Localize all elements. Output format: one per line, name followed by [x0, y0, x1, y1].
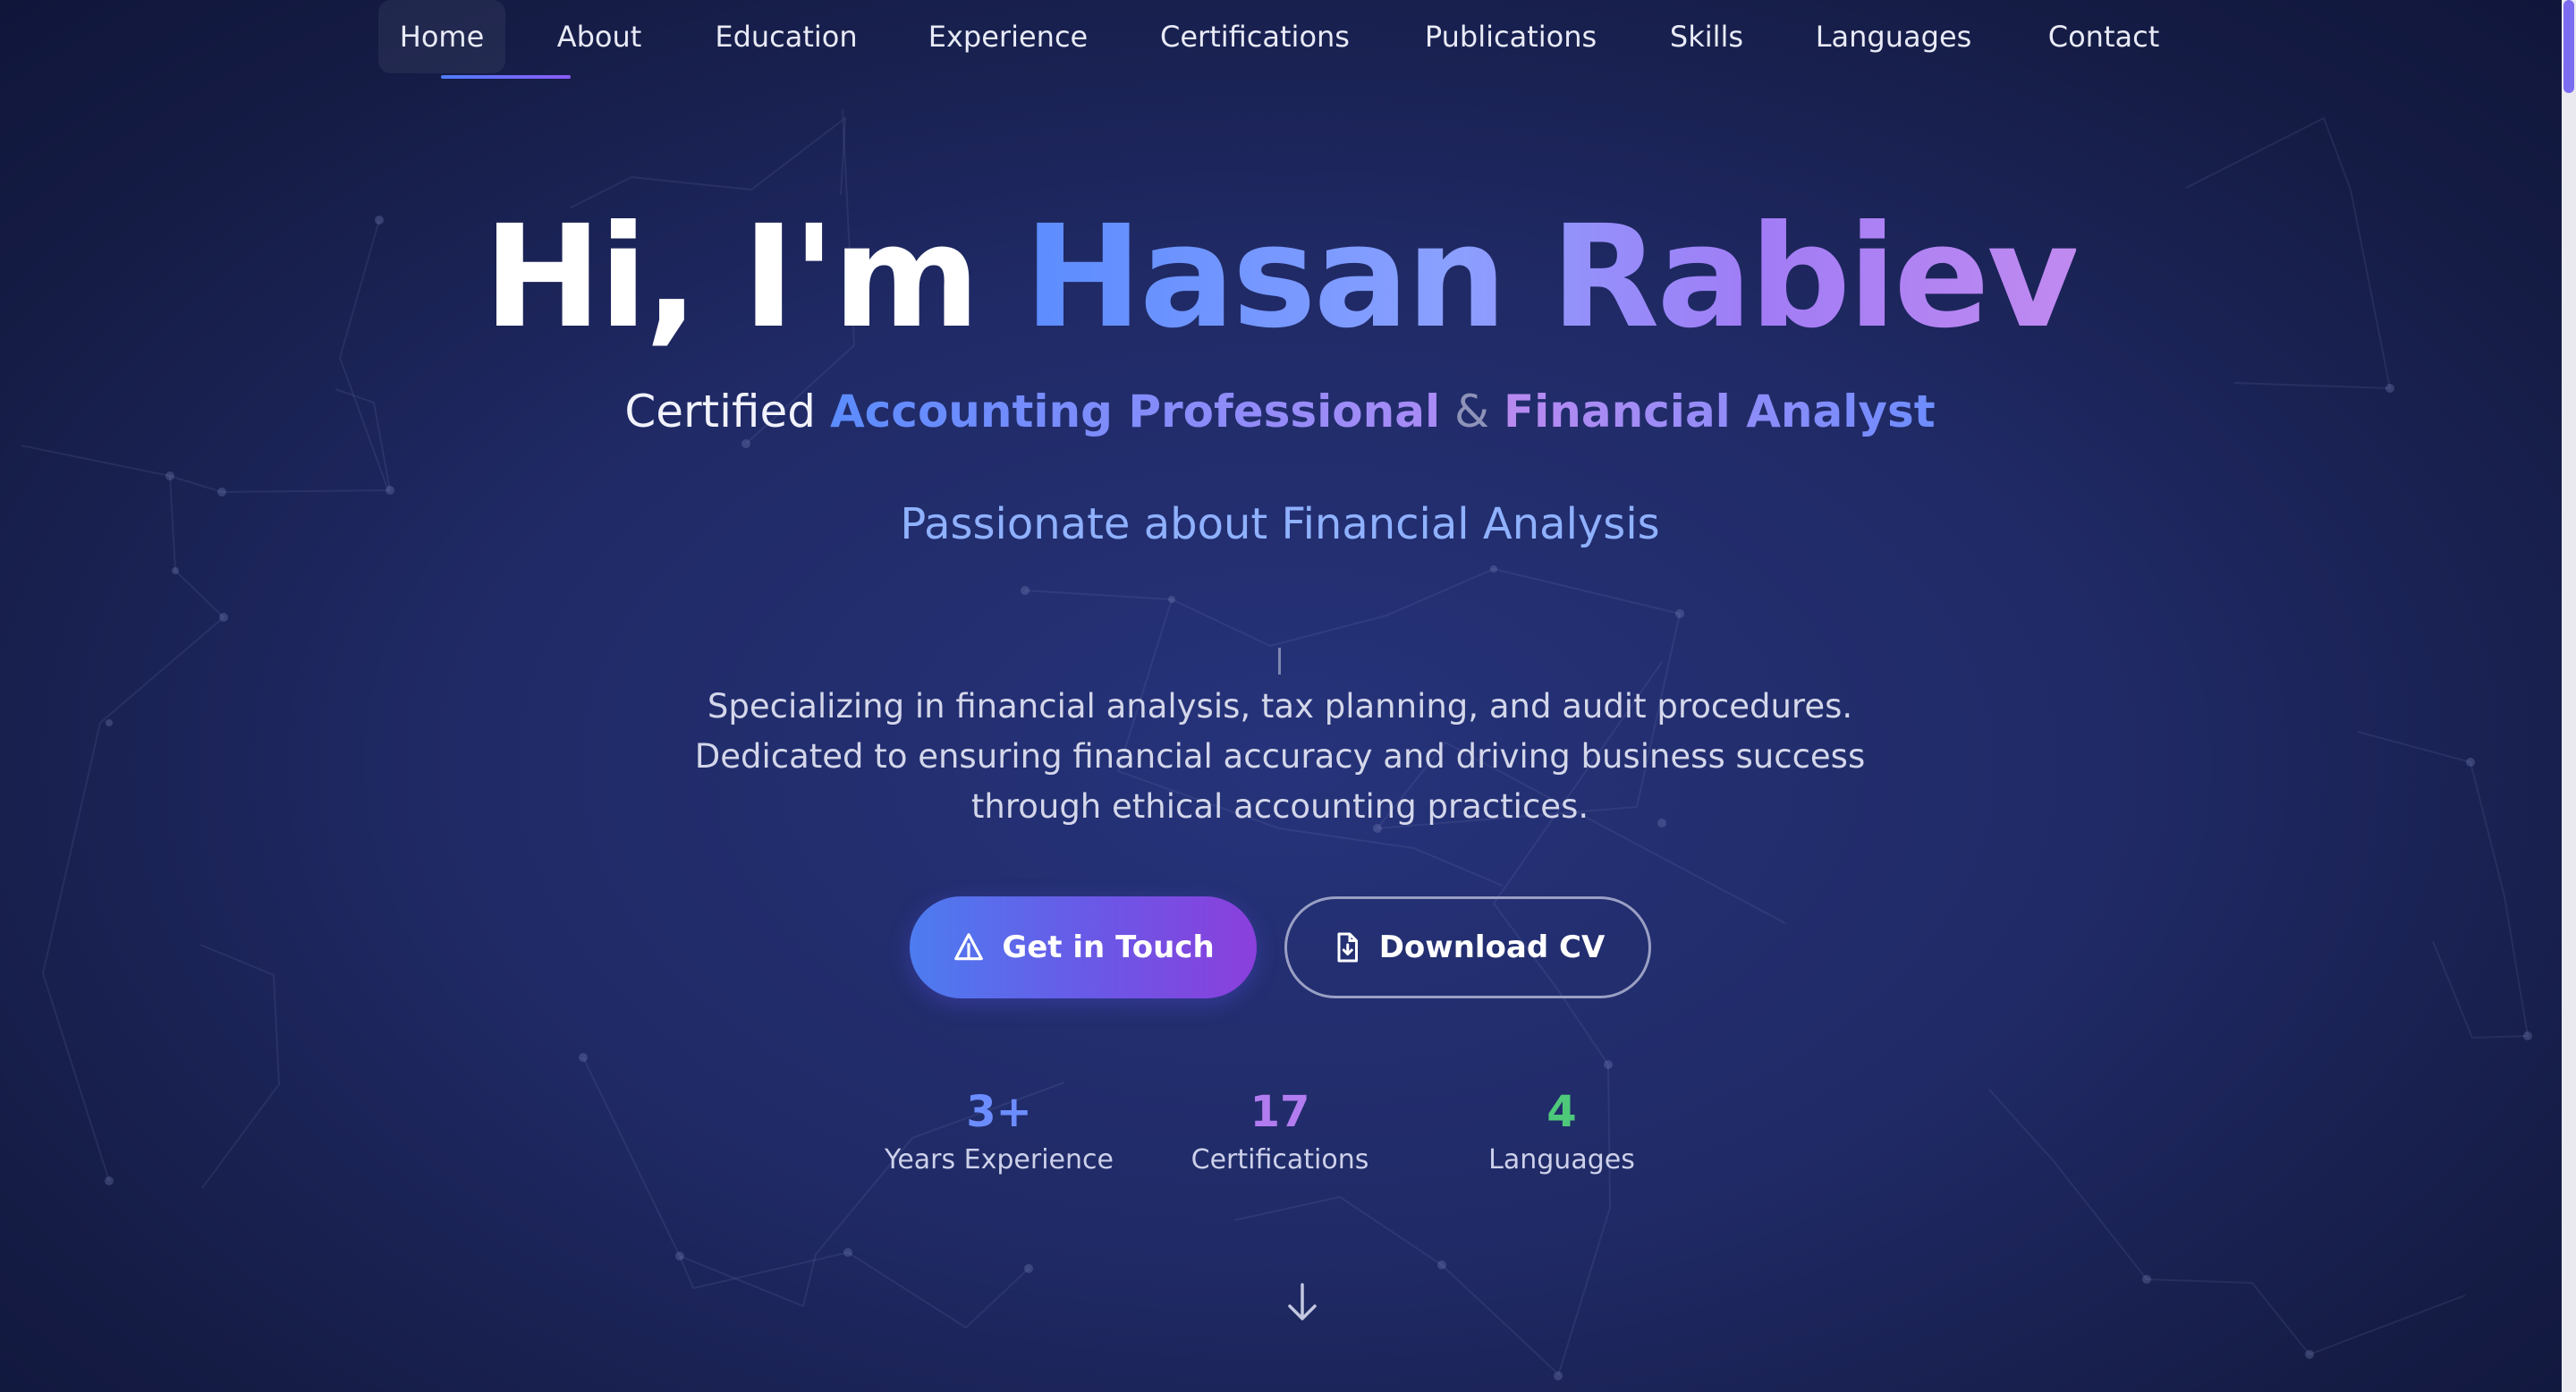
hero-heading: Hi, I'm Hasan Rabiev	[0, 188, 2560, 367]
stat-label: Certifications	[1191, 1144, 1369, 1176]
stat-certifications: 17 Certifications	[1146, 1082, 1414, 1179]
typing-cursor	[1278, 648, 1281, 675]
subtitle-role-analyst: Financial Analyst	[1503, 386, 1936, 437]
hero-description: Specializing in financial analysis, tax …	[694, 687, 1866, 826]
stat-label: Languages	[1488, 1144, 1635, 1176]
stat-years-experience: 3+ Years Experience	[865, 1082, 1133, 1179]
hero-subtitle: Certified Accounting Professional & Fina…	[0, 376, 2560, 447]
scroll-down-button[interactable]	[1284, 1281, 1320, 1324]
hero-tagline: Passionate about Financial Analysis	[900, 499, 1660, 549]
get-in-touch-button[interactable]: Get in Touch	[910, 896, 1257, 998]
subtitle-ampersand: &	[1454, 386, 1490, 437]
nav-item-languages[interactable]: Languages	[1800, 0, 1987, 73]
nav-item-skills[interactable]: Skills	[1651, 0, 1762, 73]
nav-active-indicator	[441, 75, 571, 79]
stat-value: 3+	[966, 1087, 1032, 1137]
stat-value: 4	[1546, 1087, 1577, 1137]
file-download-icon	[1337, 932, 1358, 963]
nav-item-education[interactable]: Education	[696, 0, 877, 73]
nav-item-experience[interactable]: Experience	[911, 0, 1106, 73]
nav-item-contact[interactable]: Contact	[2027, 0, 2181, 73]
nav-item-home[interactable]: Home	[378, 0, 505, 73]
download-cv-button[interactable]: Download CV	[1284, 896, 1651, 998]
stat-languages: 4 Languages	[1428, 1082, 1696, 1179]
hero-name: Hasan Rabiev	[1023, 195, 2080, 360]
get-in-touch-label: Get in Touch	[1002, 929, 1215, 965]
subtitle-role-accounting: Accounting Professional	[829, 386, 1441, 437]
stat-label: Years Experience	[885, 1144, 1114, 1176]
download-cv-label: Download CV	[1378, 929, 1606, 965]
nav-item-about[interactable]: About	[537, 0, 662, 73]
nav-item-certifications[interactable]: Certifications	[1141, 0, 1368, 73]
hero-greeting: Hi, I'm	[483, 195, 980, 360]
subtitle-prefix: Certified	[624, 386, 817, 437]
arrow-down-icon	[1288, 1283, 1317, 1320]
nav-item-publications[interactable]: Publications	[1404, 0, 1617, 73]
scrollbar-track[interactable]	[2562, 0, 2576, 1392]
top-navigation: Home About Education Experience Certific…	[0, 0, 2560, 82]
send-icon	[954, 933, 984, 961]
stat-value: 17	[1250, 1087, 1310, 1137]
scrollbar-thumb[interactable]	[2563, 0, 2574, 93]
